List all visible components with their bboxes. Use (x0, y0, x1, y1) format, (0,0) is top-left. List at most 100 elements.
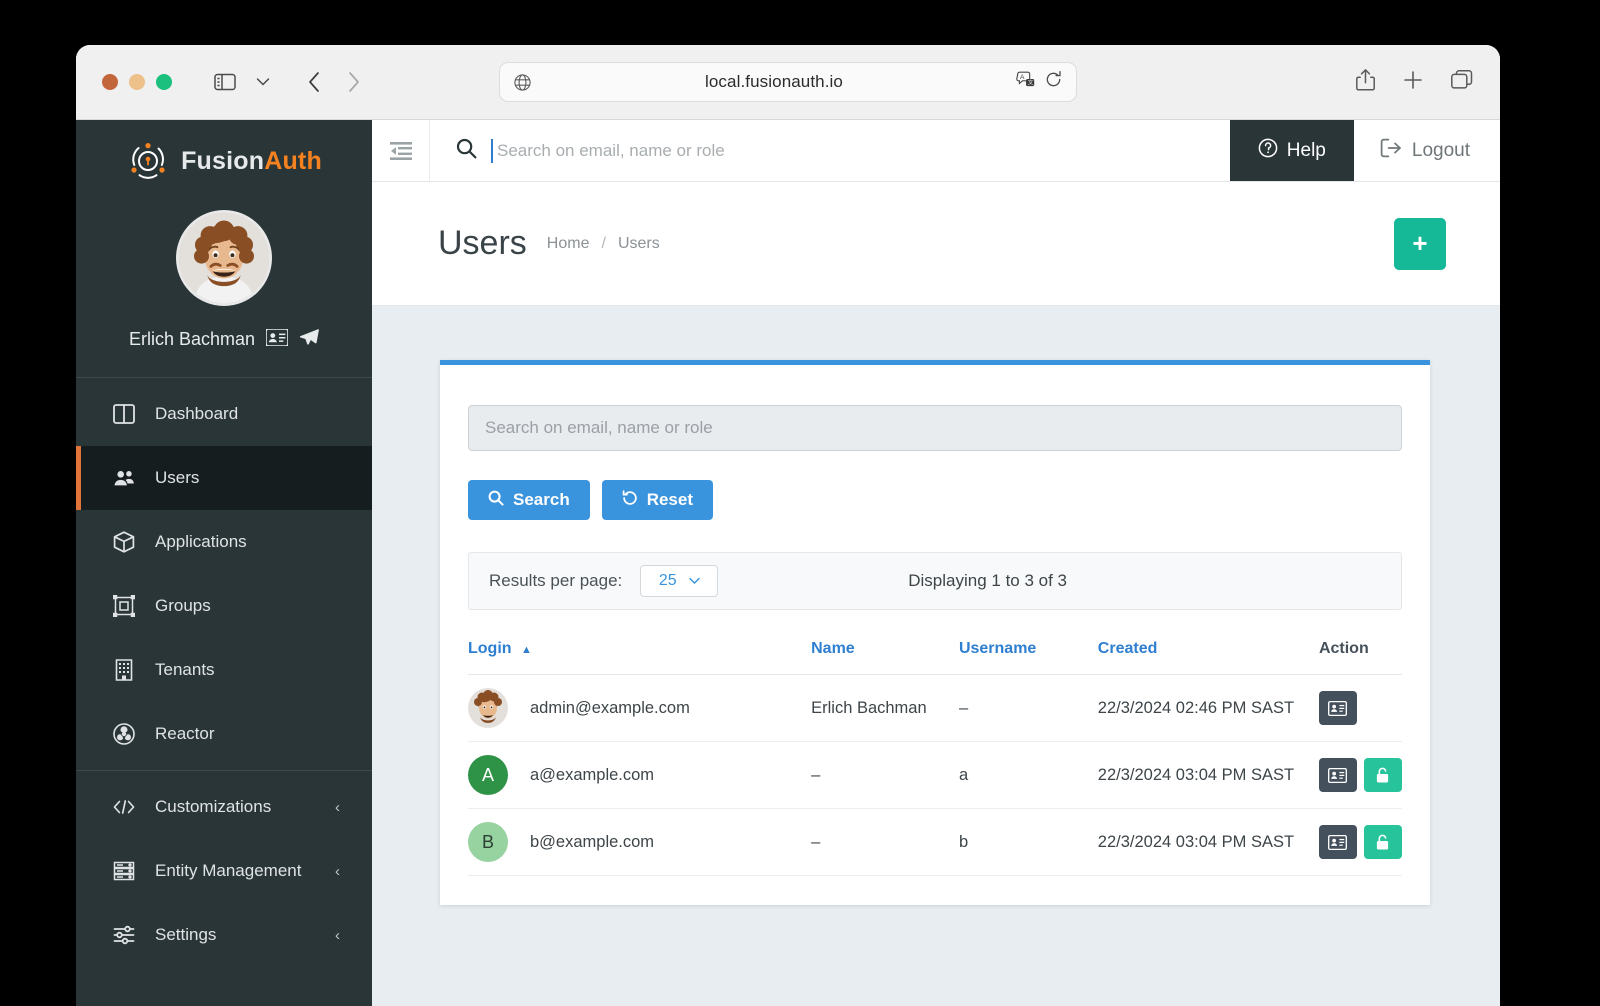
sidebar-item-customizations[interactable]: Customizations ‹ (76, 775, 372, 839)
search-button[interactable]: Search (468, 480, 590, 520)
cell-name: – (811, 741, 959, 809)
unlock-user-button[interactable] (1363, 825, 1402, 859)
cell-actions (1318, 741, 1402, 809)
sidebar-item-tenants[interactable]: Tenants (76, 638, 372, 702)
chevron-down-icon (688, 572, 700, 590)
page-content: Search Reset Results per page (372, 306, 1500, 1006)
table-row[interactable]: A a@example.com – a 22/3/2024 03:04 PM S… (468, 741, 1402, 809)
users-table: Login ▲ Name Username Created Action adm… (468, 624, 1402, 876)
global-search-input[interactable] (491, 138, 1230, 163)
cell-name: – (811, 808, 959, 876)
sidebar-item-label: Groups (155, 596, 211, 615)
id-card-icon[interactable] (265, 327, 289, 351)
browser-toolbar: local.fusionauth.io A 文 (76, 45, 1500, 120)
brand-logo[interactable]: FusionAuth (76, 120, 372, 202)
cell-login: A a@example.com (468, 741, 812, 809)
reset-button[interactable]: Reset (601, 480, 714, 520)
fusionauth-logo-icon (131, 143, 165, 179)
logout-button[interactable]: Logout (1354, 120, 1500, 181)
results-per-page-select[interactable]: 25 (640, 565, 719, 597)
avatar-photo (179, 213, 269, 303)
forward-arrow-icon[interactable] (336, 67, 370, 97)
code-tags-icon (113, 798, 135, 816)
sidebar-user: Erlich Bachman (76, 327, 372, 351)
cell-created: 22/3/2024 03:04 PM SAST (1097, 808, 1319, 876)
breadcrumb-current: Users (617, 234, 660, 252)
reload-icon[interactable] (1044, 70, 1063, 94)
cell-created: 22/3/2024 03:04 PM SAST (1097, 741, 1319, 809)
cell-username: a (958, 741, 1098, 809)
sidebar-avatar-wrap (76, 210, 372, 306)
avatar[interactable] (176, 210, 272, 306)
sidebar-nav-primary: Dashboard Users Applications Groups Tena… (76, 378, 372, 770)
cell-login: B b@example.com (468, 808, 812, 876)
browser-window: local.fusionauth.io A 文 FusionAuth Erlic… (76, 45, 1500, 1006)
sidebar-collapse-icon[interactable] (372, 120, 430, 181)
column-header-action: Action (1318, 624, 1402, 675)
tenants-building-icon (113, 659, 135, 681)
back-arrow-icon[interactable] (298, 67, 332, 97)
applications-cube-icon (113, 531, 135, 553)
minimize-window-button[interactable] (129, 74, 145, 90)
column-header-created[interactable]: Created (1097, 624, 1319, 675)
logout-icon (1380, 138, 1402, 164)
sidebar: FusionAuth Erlich Bachman Dashboard User… (76, 120, 372, 1006)
avatar-letter: A (481, 764, 494, 785)
results-per-page-value: 25 (658, 572, 677, 589)
svg-text:A: A (1020, 74, 1025, 81)
table-row[interactable]: B b@example.com – b 22/3/2024 03:04 PM S… (468, 808, 1402, 876)
address-bar[interactable]: local.fusionauth.io A 文 (499, 62, 1077, 102)
manage-user-button[interactable] (1318, 691, 1357, 725)
help-button[interactable]: Help (1229, 120, 1354, 181)
sidebar-item-dashboard[interactable]: Dashboard (76, 382, 372, 446)
column-header-name[interactable]: Name (811, 624, 959, 675)
help-circle-icon (1258, 138, 1278, 164)
unlock-user-button[interactable] (1363, 758, 1402, 792)
sidebar-item-reactor[interactable]: Reactor (76, 702, 372, 766)
avatar: A (468, 755, 508, 795)
sidebar-toggle-icon[interactable] (208, 67, 242, 97)
logout-label: Logout (1411, 139, 1470, 161)
address-bar-actions: A 文 (1016, 70, 1063, 94)
paper-plane-icon[interactable] (299, 328, 319, 351)
sidebar-item-applications[interactable]: Applications (76, 510, 372, 574)
table-row[interactable]: admin@example.com Erlich Bachman – 22/3/… (468, 674, 1402, 742)
help-label: Help (1286, 139, 1326, 161)
global-search[interactable] (430, 120, 1230, 181)
sidebar-nav-secondary: Customizations ‹ Entity Management ‹ Set… (76, 771, 372, 971)
search-icon (456, 138, 477, 164)
sliders-icon (113, 925, 135, 945)
cell-login-text: admin@example.com (530, 698, 690, 717)
column-header-login[interactable]: Login ▲ (468, 624, 812, 675)
page-title: Users (438, 224, 527, 262)
globe-icon (513, 73, 532, 92)
breadcrumb-home[interactable]: Home (547, 235, 590, 253)
share-icon[interactable] (1355, 68, 1376, 97)
sidebar-item-settings[interactable]: Settings ‹ (76, 903, 372, 967)
users-table-body: admin@example.com Erlich Bachman – 22/3/… (468, 674, 1402, 876)
plus-icon[interactable] (1402, 69, 1424, 96)
tabs-overview-icon[interactable] (1450, 69, 1474, 96)
sidebar-item-label: Tenants (155, 660, 215, 679)
brand-name-second: Auth (264, 146, 322, 175)
user-search-input[interactable] (468, 405, 1402, 451)
sidebar-item-entity-management[interactable]: Entity Management ‹ (76, 839, 372, 903)
add-user-button[interactable]: + (1394, 217, 1446, 270)
translate-icon[interactable]: A 文 (1016, 71, 1035, 94)
manage-user-button[interactable] (1318, 758, 1357, 792)
chevron-down-icon[interactable] (246, 67, 280, 97)
column-header-username[interactable]: Username (958, 624, 1098, 675)
search-button-label: Search (513, 490, 570, 509)
reset-icon (622, 489, 638, 511)
sidebar-item-label: Dashboard (155, 404, 239, 423)
users-panel: Search Reset Results per page (440, 360, 1430, 905)
avatar (468, 688, 508, 728)
sidebar-item-groups[interactable]: Groups (76, 574, 372, 638)
close-window-button[interactable] (102, 74, 118, 90)
manage-user-button[interactable] (1318, 825, 1357, 859)
sidebar-item-users[interactable]: Users (76, 446, 372, 510)
cell-username: b (958, 808, 1098, 876)
sidebar-item-label: Entity Management (155, 861, 302, 880)
maximize-window-button[interactable] (156, 74, 172, 90)
browser-actions (1355, 68, 1474, 97)
